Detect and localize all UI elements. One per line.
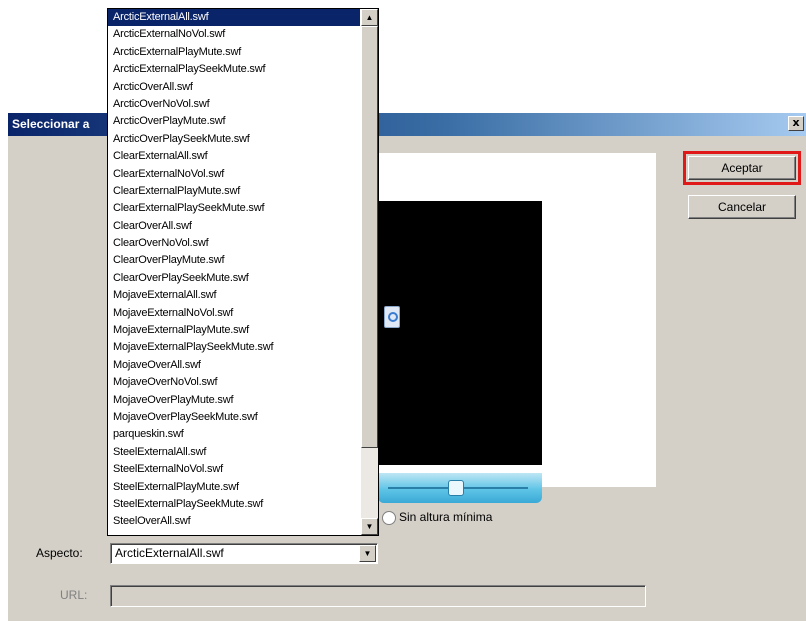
aspect-select-value: ArcticExternalAll.swf (115, 546, 224, 560)
scroll-up-icon[interactable]: ▲ (361, 9, 378, 26)
dropdown-option[interactable]: ArcticExternalPlaySeekMute.swf (108, 61, 360, 78)
scrollbar-thumb[interactable] (361, 26, 378, 448)
dropdown-option[interactable]: ArcticOverNoVol.swf (108, 96, 360, 113)
chevron-down-icon[interactable]: ▼ (359, 545, 376, 562)
video-preview (378, 201, 542, 503)
url-label: URL: (60, 588, 88, 602)
dropdown-option[interactable]: ArcticExternalAll.swf (108, 9, 360, 27)
url-input[interactable] (110, 585, 646, 607)
skin-preview (378, 153, 656, 503)
seek-thumb (448, 480, 464, 496)
dropdown-option[interactable]: SteelExternalPlaySeekMute.swf (108, 496, 360, 513)
dropdown-option[interactable]: ArcticOverAll.swf (108, 79, 360, 96)
dropdown-option[interactable]: parqueskin.swf (108, 426, 360, 443)
aspect-label: Aspecto: (36, 546, 83, 560)
dropdown-option[interactable]: MojaveOverNoVol.swf (108, 374, 360, 391)
skin-options: ArcticExternalAll.swf ArcticExternalNoVol… (108, 9, 360, 531)
skin-dropdown-list[interactable]: ArcticExternalAll.swf ArcticExternalNoVol… (107, 8, 379, 536)
dropdown-option[interactable]: MojaveExternalPlaySeekMute.swf (108, 339, 360, 356)
video-controlbar (378, 473, 542, 503)
dropdown-option[interactable]: MojaveExternalNoVol.swf (108, 305, 360, 322)
cancel-button[interactable]: Cancelar (688, 195, 796, 219)
dropdown-option[interactable]: ArcticExternalNoVol.swf (108, 26, 360, 43)
dropdown-option[interactable]: MojaveOverPlaySeekMute.swf (108, 409, 360, 426)
play-icon (384, 306, 400, 328)
dialog-title: Seleccionar a (12, 117, 90, 131)
accept-button[interactable]: Aceptar (683, 151, 801, 185)
dropdown-scrollbar[interactable]: ▲ ▼ (361, 9, 378, 535)
dropdown-option[interactable]: ClearOverNoVol.swf (108, 235, 360, 252)
scroll-down-icon[interactable]: ▼ (361, 518, 378, 535)
dropdown-option[interactable]: MojaveExternalPlayMute.swf (108, 322, 360, 339)
dropdown-option[interactable]: ArcticExternalPlayMute.swf (108, 44, 360, 61)
dropdown-option[interactable]: ClearExternalPlayMute.swf (108, 183, 360, 200)
min-height-label: Sin altura mínima (399, 510, 493, 524)
dropdown-option[interactable]: ClearOverPlaySeekMute.swf (108, 270, 360, 287)
dropdown-option[interactable]: SteelOverAll.swf (108, 513, 360, 530)
dropdown-option[interactable]: ArcticOverPlaySeekMute.swf (108, 131, 360, 148)
dropdown-option[interactable]: SteelExternalPlayMute.swf (108, 479, 360, 496)
dropdown-option[interactable]: ClearExternalNoVol.swf (108, 166, 360, 183)
dropdown-option[interactable]: ClearOverPlayMute.swf (108, 252, 360, 269)
aspect-select[interactable]: ArcticExternalAll.swf ▼ (110, 543, 378, 564)
dropdown-option[interactable]: ClearOverAll.swf (108, 218, 360, 235)
dropdown-option[interactable]: MojaveOverPlayMute.swf (108, 392, 360, 409)
dropdown-option[interactable]: MojaveExternalAll.swf (108, 287, 360, 304)
dropdown-option[interactable]: MojaveOverAll.swf (108, 357, 360, 374)
min-height-radio[interactable] (382, 511, 396, 525)
dropdown-option[interactable]: ClearExternalAll.swf (108, 148, 360, 165)
close-icon[interactable]: x (788, 116, 804, 131)
dropdown-option[interactable]: SteelExternalNoVol.swf (108, 461, 360, 478)
dropdown-option[interactable]: ClearExternalPlaySeekMute.swf (108, 200, 360, 217)
dropdown-option[interactable]: ArcticOverPlayMute.swf (108, 113, 360, 130)
dropdown-option[interactable]: SteelExternalAll.swf (108, 444, 360, 461)
